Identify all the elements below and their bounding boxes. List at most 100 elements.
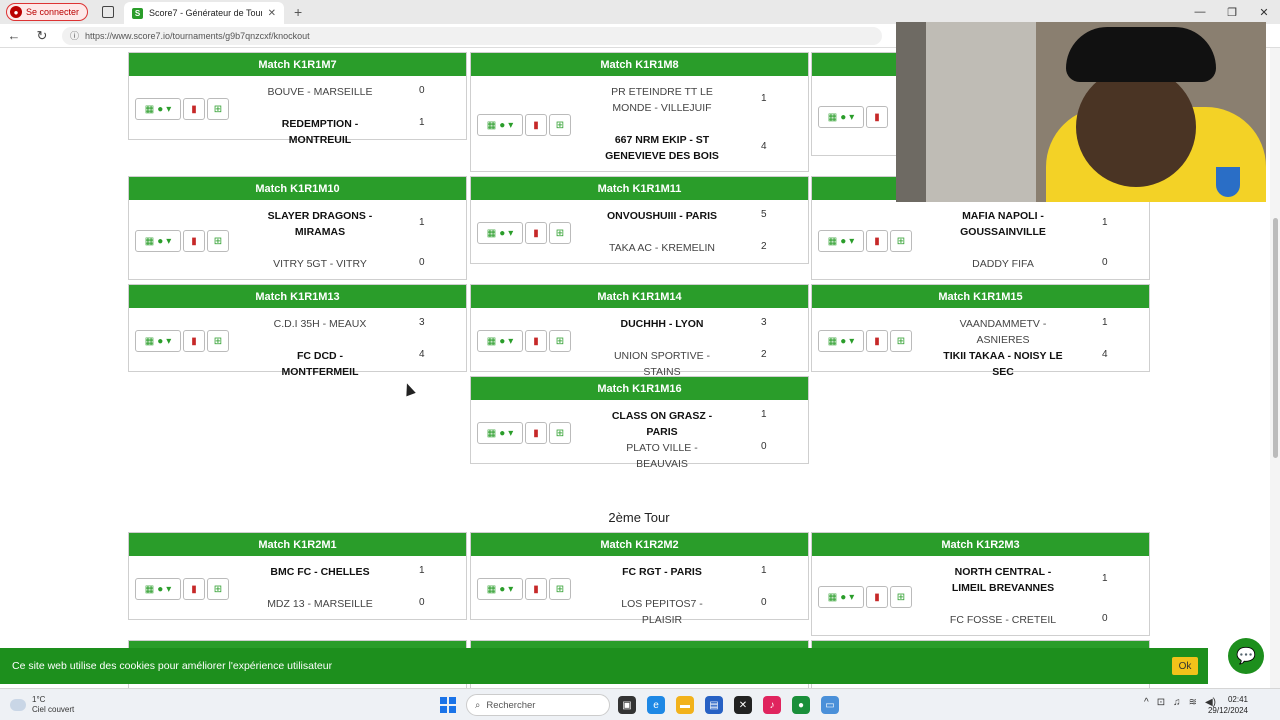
- schedule-location-referee-button[interactable]: ▦ ● ▾: [477, 578, 523, 600]
- delete-match-button[interactable]: ▮: [525, 330, 547, 352]
- delete-match-button[interactable]: ▮: [866, 106, 888, 128]
- trash-icon: ▮: [533, 427, 539, 439]
- minimize-icon[interactable]: —: [1184, 0, 1216, 24]
- add-stats-button[interactable]: ⊞: [207, 98, 229, 120]
- schedule-location-referee-button[interactable]: ▦ ● ▾: [818, 230, 864, 252]
- delete-match-button[interactable]: ▮: [183, 330, 205, 352]
- windows-start-icon[interactable]: [440, 697, 456, 713]
- delete-match-button[interactable]: ▮: [183, 230, 205, 252]
- delete-match-button[interactable]: ▮: [866, 330, 888, 352]
- trash-icon: ▮: [533, 119, 539, 131]
- store-icon[interactable]: ▤: [705, 696, 723, 714]
- delete-match-button[interactable]: ▮: [525, 114, 547, 136]
- weather-widget[interactable]: 1°C Ciel couvert: [10, 695, 74, 715]
- score-2: 0: [761, 441, 767, 452]
- team-2: FC DCD - MONTFERMEIL: [281, 350, 359, 378]
- schedule-location-referee-button[interactable]: ▦ ● ▾: [477, 330, 523, 352]
- team-1: FC RGT - PARIS: [622, 566, 702, 578]
- windows-taskbar: 1°C Ciel couvert ⌕ Rechercher ▣ e ▬ ▤ ✕ ♪…: [0, 688, 1280, 720]
- schedule-location-referee-button[interactable]: ▦ ● ▾: [818, 586, 864, 608]
- team-2: 667 NRM EKIP - ST GENEVIEVE DES BOIS: [605, 134, 719, 162]
- add-stats-button[interactable]: ⊞: [549, 222, 571, 244]
- match-card: Match K1R1M13 ▦ ● ▾ ▮ ⊞ C.D.I 35H - MEAUX …: [128, 284, 467, 378]
- add-stats-button[interactable]: ⊞: [549, 578, 571, 600]
- taskbar-search[interactable]: ⌕ Rechercher: [466, 694, 610, 716]
- webcam-person-hat: [1066, 27, 1216, 82]
- app-icon[interactable]: ●: [792, 696, 810, 714]
- add-stats-button[interactable]: ⊞: [207, 330, 229, 352]
- capcut-icon[interactable]: ✕: [734, 696, 752, 714]
- delete-match-button[interactable]: ▮: [525, 422, 547, 444]
- file-explorer-icon[interactable]: ▬: [676, 696, 694, 714]
- add-stats-button[interactable]: ⊞: [549, 330, 571, 352]
- reload-icon[interactable]: ↻: [28, 28, 56, 44]
- location-pin-icon: ●: [499, 227, 506, 239]
- browser-tab[interactable]: S Score7 - Générateur de Tournois ✕: [124, 2, 285, 24]
- match-card: Match K1R1M8 ▦ ● ▾ ▮ ⊞ PR ETEINDRE TT LE M…: [470, 52, 809, 172]
- delete-match-button[interactable]: ▮: [183, 578, 205, 600]
- schedule-location-referee-button[interactable]: ▦ ● ▾: [477, 422, 523, 444]
- schedule-location-referee-button[interactable]: ▦ ● ▾: [818, 330, 864, 352]
- schedule-location-referee-button[interactable]: ▦ ● ▾: [135, 98, 181, 120]
- close-tab-icon[interactable]: ✕: [268, 8, 276, 19]
- taskbar-clock[interactable]: 02:41 29/12/2024: [1208, 694, 1248, 716]
- add-stats-button[interactable]: ⊞: [549, 422, 571, 444]
- add-stats-button[interactable]: ⊞: [207, 230, 229, 252]
- add-stats-button[interactable]: ⊞: [890, 586, 912, 608]
- schedule-location-referee-button[interactable]: ▦ ● ▾: [135, 230, 181, 252]
- schedule-location-referee-button[interactable]: ▦ ● ▾: [477, 222, 523, 244]
- delete-match-button[interactable]: ▮: [866, 586, 888, 608]
- trash-icon: ▮: [191, 235, 197, 247]
- microphone-icon[interactable]: ♫: [1173, 697, 1181, 708]
- location-pin-icon: ●: [840, 591, 847, 603]
- tab-actions-icon[interactable]: [102, 6, 115, 18]
- schedule-location-referee-button[interactable]: ▦ ● ▾: [135, 330, 181, 352]
- schedule-location-referee-button[interactable]: ▦ ● ▾: [818, 106, 864, 128]
- schedule-location-referee-button[interactable]: ▦ ● ▾: [477, 114, 523, 136]
- back-icon[interactable]: ←: [0, 28, 28, 43]
- add-stats-button[interactable]: ⊞: [549, 114, 571, 136]
- calendar-icon: ▦: [486, 119, 497, 131]
- delete-match-button[interactable]: ▮: [525, 222, 547, 244]
- chevron-up-icon[interactable]: ^: [1144, 697, 1149, 708]
- edge-icon[interactable]: e: [647, 696, 665, 714]
- delete-match-button[interactable]: ▮: [866, 230, 888, 252]
- match-actions: ▦ ● ▾ ▮ ⊞: [818, 330, 912, 352]
- cookie-ok-button[interactable]: Ok: [1172, 657, 1198, 675]
- site-info-icon[interactable]: ⓘ: [70, 29, 79, 42]
- webcam-overlay: [896, 22, 1266, 202]
- match-actions: ▦ ● ▾ ▮ ⊞: [477, 114, 571, 136]
- delete-match-button[interactable]: ▮: [525, 578, 547, 600]
- delete-match-button[interactable]: ▮: [183, 98, 205, 120]
- add-stats-button[interactable]: ⊞: [207, 578, 229, 600]
- task-view-icon[interactable]: ▣: [618, 696, 636, 714]
- maximize-icon[interactable]: ❐: [1216, 0, 1248, 24]
- add-stats-button[interactable]: ⊞: [890, 330, 912, 352]
- chat-button[interactable]: 💬: [1228, 638, 1264, 674]
- add-stats-button[interactable]: ⊞: [890, 230, 912, 252]
- trash-icon: ▮: [874, 235, 880, 247]
- close-window-icon[interactable]: ✕: [1248, 0, 1280, 24]
- team-2: PLATO VILLE - BEAUVAIS: [626, 442, 698, 470]
- whistle-icon: ▾: [166, 103, 172, 115]
- tiktok-icon[interactable]: ♪: [763, 696, 781, 714]
- scrollbar[interactable]: [1270, 48, 1280, 688]
- schedule-location-referee-button[interactable]: ▦ ● ▾: [135, 578, 181, 600]
- whistle-icon: ▾: [166, 335, 172, 347]
- weather-desc: Ciel couvert: [32, 705, 75, 714]
- match-actions: ▦ ● ▾ ▮: [818, 106, 888, 128]
- trash-icon: ▮: [533, 335, 539, 347]
- stats-add-icon: ⊞: [213, 235, 223, 247]
- network-icon[interactable]: ⊡: [1157, 697, 1165, 708]
- app-window-icon[interactable]: ▭: [821, 696, 839, 714]
- new-tab-icon[interactable]: +: [294, 4, 302, 20]
- calendar-icon: ▦: [827, 111, 838, 123]
- url-field[interactable]: ⓘ https://www.score7.io/tournaments/g9b7…: [62, 26, 882, 45]
- signin-button[interactable]: ● Se connecter: [6, 3, 89, 21]
- stats-add-icon: ⊞: [555, 583, 565, 595]
- wifi-icon[interactable]: ≋: [1189, 697, 1197, 708]
- scroll-thumb[interactable]: [1273, 218, 1278, 458]
- cookie-text: Ce site web utilise des cookies pour amé…: [12, 660, 333, 672]
- team-1: MAFIA NAPOLI - GOUSSAINVILLE: [960, 210, 1046, 238]
- score-2: 2: [761, 349, 767, 360]
